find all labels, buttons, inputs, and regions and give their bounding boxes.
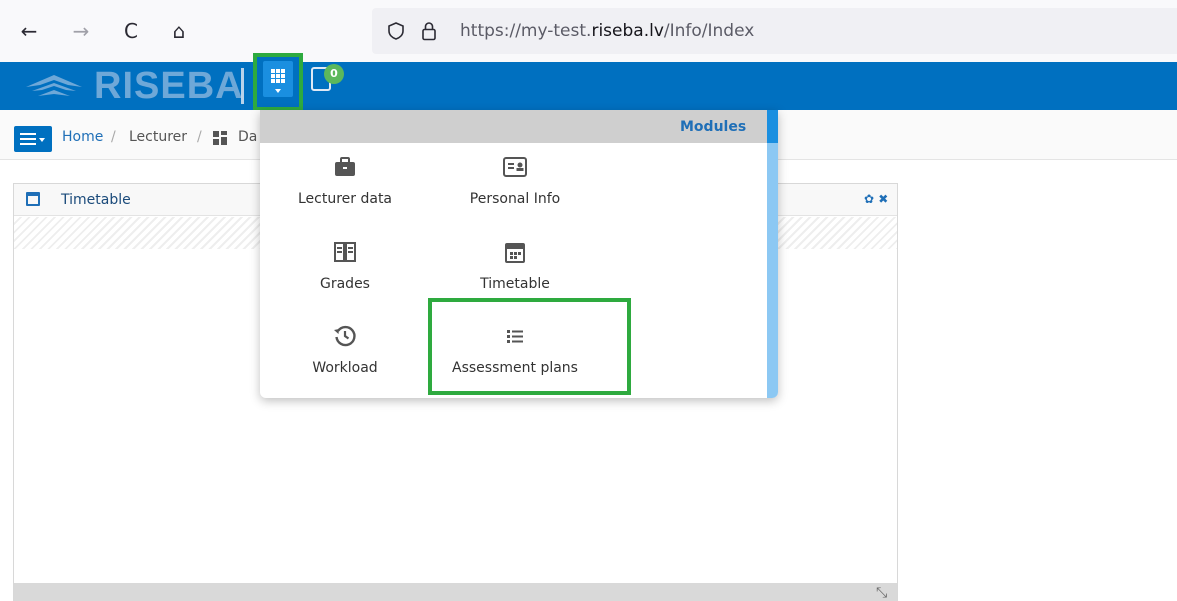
logo-wings-icon [26,75,82,96]
breadcrumb-current: Da [238,129,258,145]
briefcase-icon [335,157,355,176]
logo-text: RISEBA [94,64,244,107]
module-personal-info[interactable]: Personal Info [430,150,600,230]
app-header: RISEBA [0,62,1177,110]
widget-title: Timetable [61,192,131,208]
scrollbar[interactable] [767,110,778,398]
history-icon [334,325,356,347]
notification-badge: 0 [324,64,344,84]
forward-button[interactable]: → [68,18,94,44]
book-icon [334,242,356,262]
chevron-down-icon [275,89,281,93]
dashboard-icon [213,131,227,145]
browser-toolbar: ← → C ⌂ https://my-test.riseba.lv/Info/I… [0,0,1177,62]
breadcrumb-lecturer[interactable]: Lecturer [129,129,187,145]
reload-button[interactable]: C [118,18,144,44]
modules-menu-button[interactable] [253,53,303,111]
url-text: https://my-test.riseba.lv/Info/Index [460,21,755,41]
widget-footer: ⤡ [14,583,897,601]
assessment-plans-highlight [428,298,631,395]
chevron-down-icon [39,138,45,142]
lock-icon [422,22,436,41]
calendar-icon [505,243,525,263]
back-button[interactable]: ← [16,18,42,44]
resize-handle-icon[interactable]: ⤡ [876,585,887,601]
sidebar-toggle-button[interactable] [14,126,52,152]
riseba-logo[interactable]: RISEBA [24,65,244,107]
breadcrumb-separator: / [111,129,116,145]
modules-header: Modules [260,110,778,143]
shield-icon [388,22,404,40]
breadcrumb-separator: / [197,129,202,145]
id-card-icon [503,157,527,177]
hamburger-icon [20,133,36,148]
calendar-icon [26,192,40,206]
header-divider [241,68,244,104]
home-button[interactable]: ⌂ [166,18,192,44]
module-lecturer-data[interactable]: Lecturer data [260,150,430,230]
apps-grid-icon [271,69,285,83]
address-bar[interactable]: https://my-test.riseba.lv/Info/Index [372,8,1177,54]
modules-title: Modules [680,119,747,135]
widget-tools[interactable]: ✿ ✖ [864,192,888,206]
scrollbar-thumb[interactable] [767,110,778,143]
breadcrumb-home[interactable]: Home [62,129,103,145]
module-grades[interactable]: Grades [260,235,430,315]
module-workload[interactable]: Workload [260,319,430,398]
